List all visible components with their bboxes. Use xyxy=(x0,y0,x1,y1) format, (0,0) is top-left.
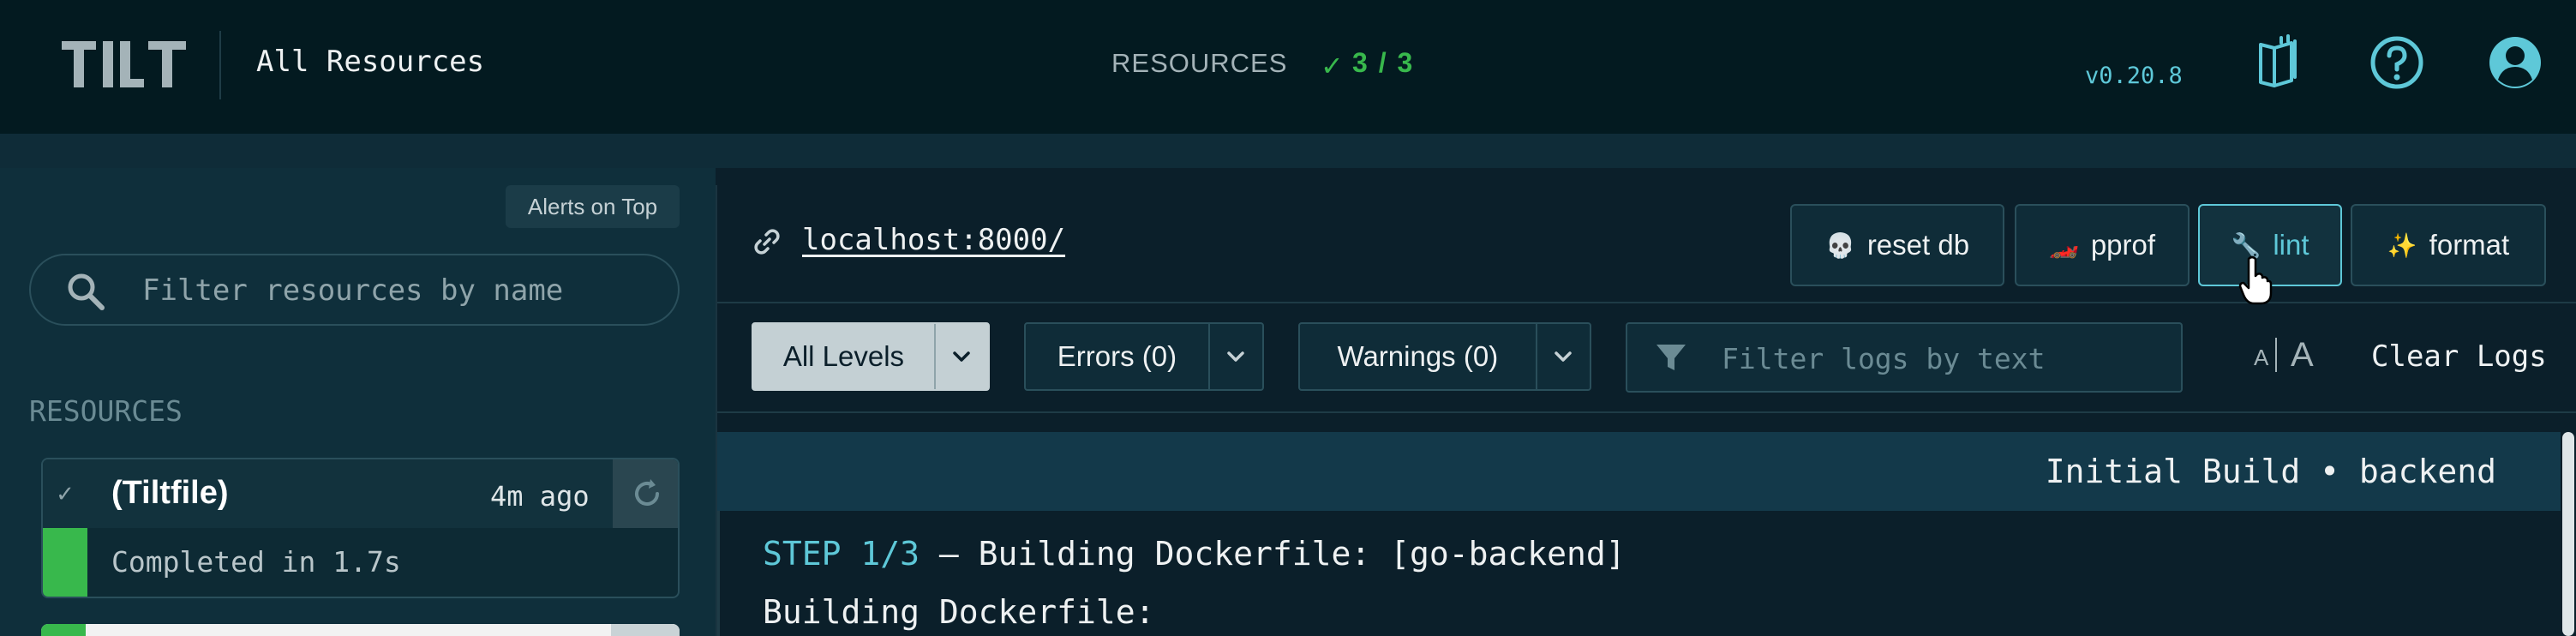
button-label: reset db xyxy=(1866,229,1970,261)
tilt-logo[interactable] xyxy=(62,41,186,87)
endpoint-link[interactable]: localhost:8000/ xyxy=(802,223,1065,257)
refresh-icon xyxy=(635,479,659,506)
account-icon[interactable] xyxy=(2485,33,2545,93)
log-line: STEP 1/3 — Building Dockerfile: [go-back… xyxy=(763,535,1626,573)
status-indicator-success xyxy=(41,624,86,636)
log-line: Building Dockerfile: xyxy=(763,593,1155,631)
scrollbar-thumb[interactable] xyxy=(2562,432,2574,636)
chevron-down-icon[interactable] xyxy=(1210,324,1262,389)
format-button[interactable]: ✨ format xyxy=(2351,204,2546,286)
resources-section-title: RESOURCES xyxy=(29,394,183,428)
wrench-icon: 🔧 xyxy=(2231,231,2261,259)
reset-db-button[interactable]: 💀 reset db xyxy=(1790,204,2004,286)
docs-icon[interactable] xyxy=(2249,33,2309,93)
resource-card-partial[interactable] xyxy=(41,624,680,636)
errors-filter[interactable]: Errors (0) xyxy=(1024,322,1264,391)
resources-summary-count[interactable]: 3 / 3 xyxy=(1352,47,1414,79)
sparkles-icon: ✨ xyxy=(2387,231,2417,259)
decrease-font-button[interactable]: A xyxy=(2254,345,2268,371)
page-title: All Resources xyxy=(256,45,485,79)
log-search-input[interactable] xyxy=(1722,338,2167,379)
filter-label[interactable]: All Levels xyxy=(753,324,936,389)
all-levels-filter[interactable]: All Levels xyxy=(752,322,990,391)
check-icon: ✓ xyxy=(56,481,75,507)
resource-name[interactable]: (Tiltfile) xyxy=(111,475,229,512)
resource-updated-time: 4m ago xyxy=(490,480,590,513)
version-label[interactable]: v0.20.8 xyxy=(2085,63,2183,89)
resource-toolbar: localhost:8000/ 💀 reset db 🏎️ pprof 🔧 li… xyxy=(717,185,2576,303)
log-filter-bar: All Levels Errors (0) Warnings (0) A A xyxy=(717,305,2576,413)
clear-logs-button[interactable]: Clear Logs xyxy=(2371,339,2547,374)
log-line-text: — Building Dockerfile: [go-backend] xyxy=(920,535,1626,573)
top-bar: All Resources RESOURCES ✓ 3 / 3 v0.20.8 xyxy=(0,0,2576,134)
filter-label[interactable]: Errors (0) xyxy=(1026,324,1210,389)
header-subband xyxy=(0,134,2576,168)
resource-card-tiltfile[interactable]: ✓ (Tiltfile) 4m ago Completed in 1.7s xyxy=(41,458,680,598)
log-search-box[interactable] xyxy=(1626,322,2183,393)
log-scrollbar[interactable] xyxy=(2561,415,2576,636)
status-indicator-success xyxy=(43,528,87,597)
resources-summary-label: RESOURCES xyxy=(1111,48,1288,78)
search-icon xyxy=(68,273,105,310)
log-pane: localhost:8000/ 💀 reset db 🏎️ pprof 🔧 li… xyxy=(716,185,2576,636)
button-label: pprof xyxy=(2090,229,2156,261)
sidebar: Alerts on Top RESOURCES ✓ (Tiltfile) 4m … xyxy=(0,168,716,636)
pprof-button[interactable]: 🏎️ pprof xyxy=(2015,204,2190,286)
filter-label[interactable]: Warnings (0) xyxy=(1300,324,1537,389)
font-size-divider xyxy=(2275,338,2277,372)
resource-build-status: Completed in 1.7s xyxy=(111,545,401,579)
alerts-on-top-button[interactable]: Alerts on Top xyxy=(506,185,680,228)
trigger-update-button[interactable] xyxy=(611,624,680,636)
trigger-update-button[interactable] xyxy=(613,459,678,528)
link-icon xyxy=(754,229,780,255)
warnings-filter[interactable]: Warnings (0) xyxy=(1298,322,1591,391)
chevron-down-icon[interactable] xyxy=(936,324,988,389)
resource-search-box[interactable] xyxy=(29,254,680,326)
chevron-down-icon[interactable] xyxy=(1537,324,1590,389)
filter-icon xyxy=(1656,345,1686,370)
button-label: lint xyxy=(2273,229,2309,261)
build-event-title: Initial Build • backend xyxy=(2045,453,2496,490)
help-icon[interactable] xyxy=(2367,33,2427,93)
header-divider xyxy=(219,31,221,99)
build-event-header: Initial Build • backend xyxy=(717,432,2561,511)
resource-search-input[interactable] xyxy=(142,269,656,312)
log-line-text: Building Dockerfile: xyxy=(763,593,1155,631)
lint-button[interactable]: 🔧 lint xyxy=(2198,204,2342,286)
log-output: STEP 1/3 — Building Dockerfile: [go-back… xyxy=(717,511,2561,636)
button-label: format xyxy=(2429,229,2510,261)
log-step-label: STEP 1/3 xyxy=(763,535,920,573)
check-icon: ✓ xyxy=(1321,51,1344,81)
increase-font-button[interactable]: A xyxy=(2291,336,2314,375)
race-car-icon: 🏎️ xyxy=(2048,231,2079,259)
resource-card-header: ✓ (Tiltfile) 4m ago xyxy=(43,459,678,528)
skull-icon: 💀 xyxy=(1824,231,1855,259)
